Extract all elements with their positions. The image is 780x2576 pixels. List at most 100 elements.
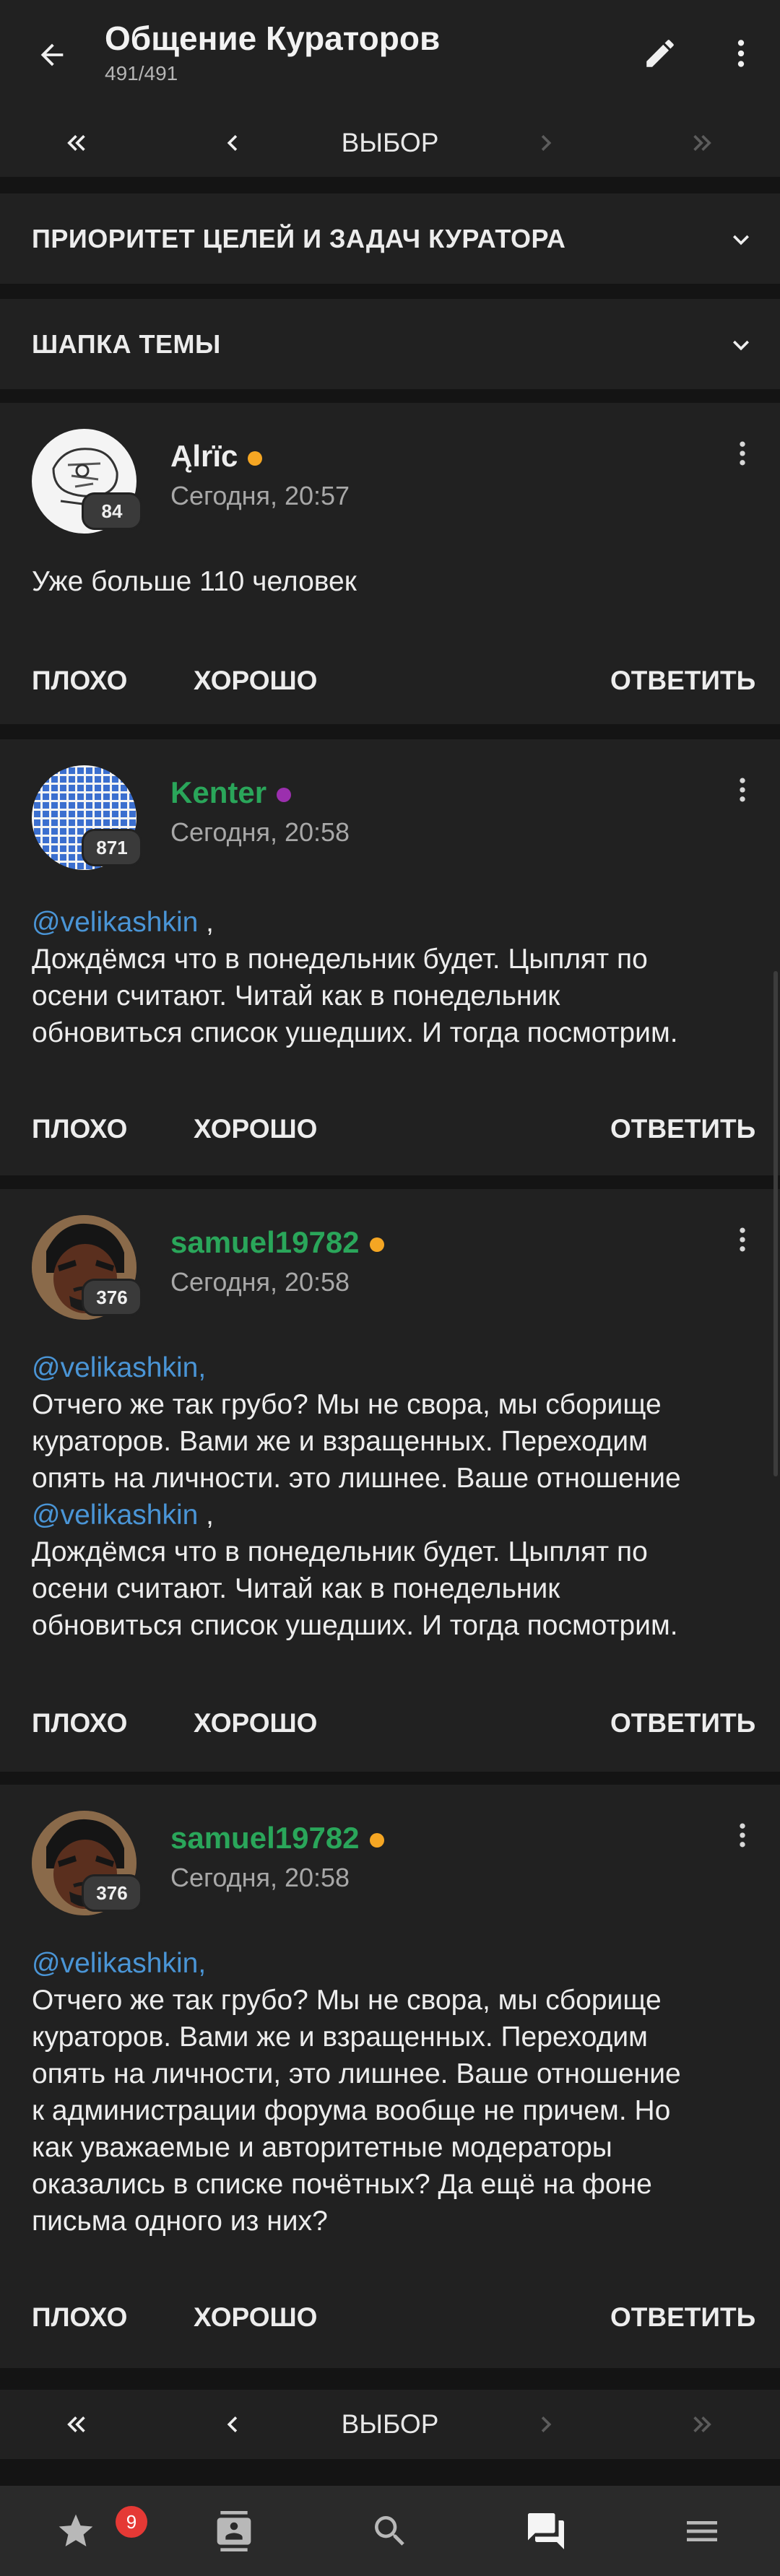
like-button[interactable]: ХОРОШО	[194, 2285, 317, 2350]
post-line: Дождёмся что в понедельник будет. Цыплят…	[32, 1533, 758, 1570]
post-text: к администрации форума вообще не причем.…	[32, 2095, 671, 2126]
section-curator-priorities[interactable]: ПРИОРИТЕТ ЦЕЛЕЙ И ЗАДАЧ КУРАТОРА	[0, 193, 780, 284]
post-text: опять на личности. это лишнее. Ваше отно…	[32, 1463, 681, 1494]
expand-button[interactable]	[719, 325, 763, 365]
more-vert-icon	[737, 40, 745, 67]
post-text: Отчего же так грубо? Мы не свора, мы сбо…	[32, 1389, 662, 1420]
post-text: кураторов. Вами же и взращенных. Переход…	[32, 2022, 648, 2053]
post-text: ,	[198, 907, 214, 938]
author-name[interactable]: Kenter	[170, 775, 292, 810]
post-line: @velikashkin ,	[32, 904, 758, 941]
dislike-button[interactable]: ПЛОХО	[32, 1097, 127, 1162]
post-line: @velikashkin ,	[32, 1497, 758, 1533]
pagination-bottom: ВЫБОР	[0, 2390, 780, 2459]
user-mention-link[interactable]: @velikashkin,	[32, 1948, 206, 1979]
reputation-badge: 376	[82, 1874, 142, 1912]
prev-page-button[interactable]	[196, 108, 269, 177]
last-page-icon	[693, 2416, 711, 2432]
post-actions: ПЛОХО ХОРОШО ОТВЕТИТЬ	[0, 2285, 780, 2350]
post-menu-button[interactable]	[722, 761, 763, 819]
post-text: оказались в списке почётных? Да ещё на ф…	[32, 2169, 652, 2200]
nav-contacts[interactable]	[187, 2486, 281, 2576]
post-text: письма одного из них?	[32, 2206, 328, 2237]
author-name[interactable]: samuel19782	[170, 1225, 384, 1260]
post-line: осени считают. Читай как в понедельник	[32, 1570, 758, 1607]
post-menu-button[interactable]	[722, 1806, 763, 1864]
post-time: Сегодня, 20:57	[170, 481, 350, 510]
post-actions: ПЛОХО ХОРОШО ОТВЕТИТЬ	[0, 648, 780, 713]
arrow-back-icon	[40, 43, 64, 66]
more-vert-icon	[740, 441, 745, 466]
reply-button[interactable]: ОТВЕТИТЬ	[610, 1691, 755, 1756]
user-mention-link[interactable]: @velikashkin	[32, 1500, 198, 1531]
menu-icon	[687, 2520, 717, 2541]
user-mention-link[interactable]: @velikashkin,	[32, 1352, 206, 1383]
author-name[interactable]: samuel19782	[170, 1821, 384, 1855]
post-text: обновиться список ушедших. И тогда посмо…	[32, 1610, 678, 1641]
post-line: @velikashkin,	[32, 1349, 758, 1386]
post-line: обновиться список ушедших. И тогда посмо…	[32, 1014, 758, 1051]
pencil-icon	[646, 40, 674, 67]
post-text: обновиться список ушедших. И тогда посмо…	[32, 1017, 678, 1048]
post-line: обновиться список ушедших. И тогда посмо…	[32, 1607, 758, 1644]
post-line: кураторов. Вами же и взращенных. Переход…	[32, 1423, 758, 1460]
prev-page-button[interactable]	[196, 2390, 269, 2458]
user-mention-link[interactable]: @velikashkin	[32, 907, 198, 938]
post-time: Сегодня, 20:58	[170, 1267, 350, 1297]
search-icon	[375, 2515, 404, 2546]
like-button[interactable]: ХОРОШО	[194, 1097, 317, 1162]
section-topic-header[interactable]: ШАПКА ТЕМЫ	[0, 299, 780, 389]
online-status-dot	[369, 1237, 384, 1252]
last-page-button[interactable]	[666, 2390, 738, 2458]
scrollbar[interactable]	[774, 971, 778, 1476]
author-name-text: Kenter	[170, 775, 267, 809]
first-page-button[interactable]	[40, 2390, 113, 2458]
reputation-badge: 871	[82, 829, 142, 866]
nav-favorites[interactable]: 9	[29, 2486, 147, 2576]
post-body: @velikashkin , Дождёмся что в понедельник…	[32, 904, 758, 1051]
chevron-down-icon	[733, 235, 749, 245]
nav-search[interactable]	[343, 2486, 437, 2576]
dislike-button[interactable]: ПЛОХО	[32, 2285, 127, 2350]
post-card: 84 Ąlrïc Сегодня, 20:57 Уже больше 110 ч…	[0, 403, 780, 724]
nav-forum[interactable]	[499, 2486, 593, 2576]
forum-icon	[528, 2512, 564, 2549]
post-text: Дождёмся что в понедельник будет. Цыплят…	[32, 1536, 648, 1567]
overflow-menu-button[interactable]	[715, 27, 767, 79]
bottom-navigation: 9	[0, 2486, 780, 2576]
author-name[interactable]: Ąlrïc	[170, 439, 263, 474]
back-button[interactable]	[26, 29, 78, 81]
first-page-icon	[67, 134, 85, 151]
post-text: осени считают. Читай как в понедельник	[32, 1573, 560, 1604]
notification-badge: 9	[116, 2506, 147, 2538]
next-page-button[interactable]	[510, 108, 582, 177]
post-line: к администрации форума вообще не причем.…	[32, 2092, 758, 2129]
post-body: @velikashkin, Отчего же так грубо? Мы не …	[32, 1945, 758, 2240]
post-line: Отчего же так грубо? Мы не свора, мы сбо…	[32, 1386, 758, 1423]
post-line: письма одного из них?	[32, 2203, 758, 2240]
author-name-text: samuel19782	[170, 1821, 360, 1855]
reply-button[interactable]: ОТВЕТИТЬ	[610, 2285, 755, 2350]
next-page-button[interactable]	[510, 2390, 582, 2458]
post-line: опять на личности. это лишнее. Ваше отно…	[32, 1460, 758, 1497]
nav-menu[interactable]	[655, 2486, 749, 2576]
post-menu-button[interactable]	[722, 425, 763, 482]
expand-button[interactable]	[719, 219, 763, 260]
post-text: Отчего же так грубо? Мы не свора, мы сбо…	[32, 1985, 662, 2016]
dislike-button[interactable]: ПЛОХО	[32, 1691, 127, 1756]
post-text: как уважаемые и авторитетные модераторы	[32, 2132, 612, 2163]
reply-button[interactable]: ОТВЕТИТЬ	[610, 1097, 755, 1162]
post-text: ,	[198, 1500, 214, 1531]
page-select[interactable]: ВЫБОР	[318, 108, 462, 177]
like-button[interactable]: ХОРОШО	[194, 648, 317, 713]
more-vert-icon	[740, 1227, 745, 1252]
like-button[interactable]: ХОРОШО	[194, 1691, 317, 1756]
post-menu-button[interactable]	[722, 1211, 763, 1269]
first-page-button[interactable]	[40, 108, 113, 177]
edit-button[interactable]	[634, 27, 686, 79]
dislike-button[interactable]: ПЛОХО	[32, 648, 127, 713]
next-page-icon	[541, 134, 552, 151]
reply-button[interactable]: ОТВЕТИТЬ	[610, 648, 755, 713]
page-select[interactable]: ВЫБОР	[318, 2390, 462, 2458]
last-page-button[interactable]	[666, 108, 738, 177]
